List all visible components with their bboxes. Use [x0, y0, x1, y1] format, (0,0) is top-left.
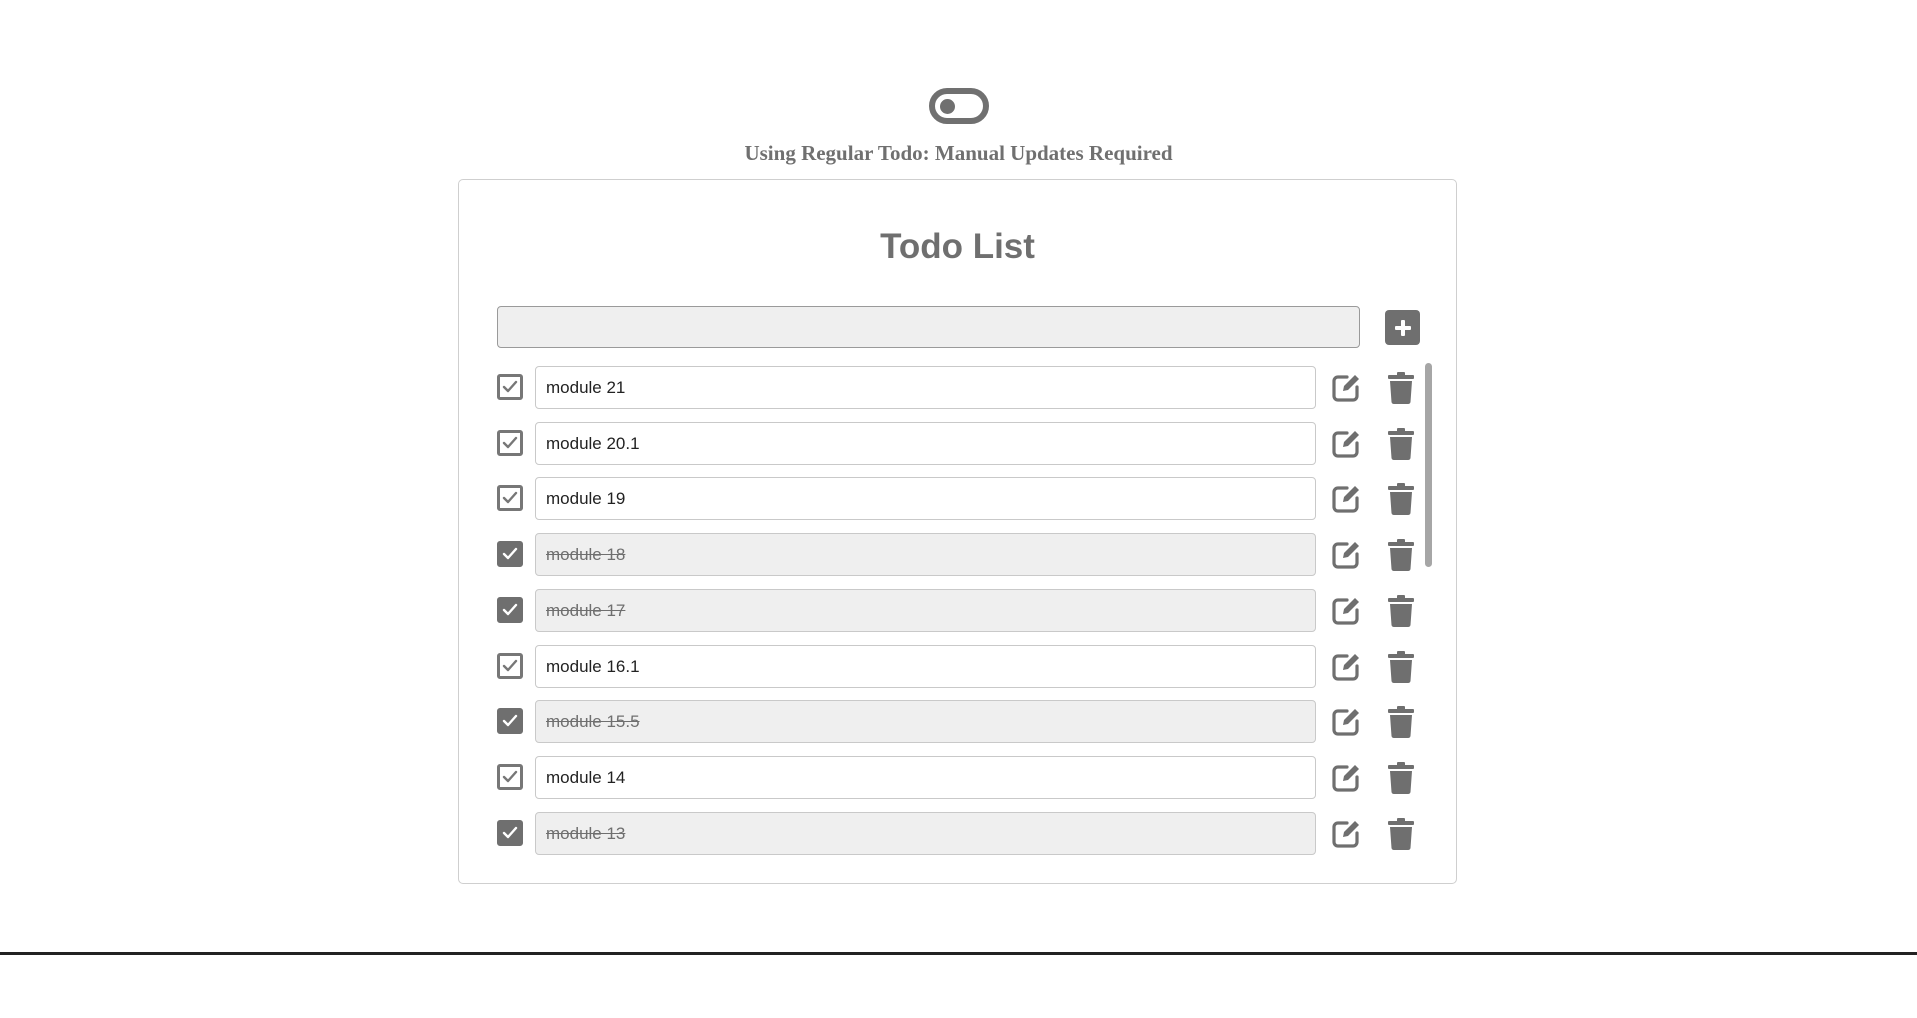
trash-icon	[1388, 651, 1414, 684]
todo-checkbox[interactable]	[497, 430, 523, 456]
edit-icon	[1332, 542, 1359, 569]
edit-icon	[1332, 654, 1359, 681]
todo-text-field[interactable]: module 15.5	[535, 700, 1316, 743]
edit-button[interactable]	[1330, 539, 1362, 571]
toggle-knob	[939, 99, 955, 114]
todo-row: module 20.1	[487, 422, 1444, 466]
todo-text-field[interactable]: module 17	[535, 589, 1316, 632]
edit-icon	[1332, 431, 1359, 458]
page-title: Todo List	[880, 227, 1035, 266]
todo-text-field[interactable]: module 13	[535, 812, 1316, 855]
todo-checkbox[interactable]	[497, 374, 523, 400]
todo-row: module 18	[487, 533, 1444, 577]
delete-button[interactable]	[1387, 538, 1415, 572]
add-todo-button[interactable]	[1385, 310, 1420, 345]
toggle-container	[0, 88, 1917, 124]
delete-button[interactable]	[1387, 761, 1415, 795]
todo-text-field[interactable]: module 21	[535, 366, 1316, 409]
trash-icon	[1388, 762, 1414, 795]
check-icon	[502, 770, 518, 783]
edit-icon	[1332, 709, 1359, 736]
edit-icon	[1332, 821, 1359, 848]
trash-icon	[1388, 595, 1414, 628]
trash-icon	[1388, 428, 1414, 461]
trash-icon	[1388, 818, 1414, 851]
delete-button[interactable]	[1387, 817, 1415, 851]
todo-row: module 15.5	[487, 700, 1444, 744]
mode-status-text: Using Regular Todo: Manual Updates Requi…	[744, 141, 1173, 165]
todo-checkbox[interactable]	[497, 541, 523, 567]
todo-checkbox[interactable]	[497, 820, 523, 846]
check-icon	[502, 826, 518, 839]
todo-row: module 16.1	[487, 645, 1444, 689]
todo-card: Todo List module 21 module 20.1 module 19 m…	[458, 179, 1457, 884]
todo-row: module 19	[487, 477, 1444, 521]
todo-row: module 14	[487, 756, 1444, 800]
trash-icon	[1388, 372, 1414, 405]
mode-toggle[interactable]	[928, 88, 989, 124]
edit-button[interactable]	[1330, 372, 1362, 404]
edit-button[interactable]	[1330, 651, 1362, 683]
trash-icon	[1388, 706, 1414, 739]
edit-button[interactable]	[1330, 483, 1362, 515]
check-icon	[502, 436, 518, 449]
delete-button[interactable]	[1387, 594, 1415, 628]
check-icon	[502, 659, 518, 672]
edit-button[interactable]	[1330, 428, 1362, 460]
scrollbar-thumb[interactable]	[1425, 363, 1432, 567]
trash-icon	[1388, 539, 1414, 572]
check-icon	[502, 714, 518, 727]
todo-row: module 17	[487, 589, 1444, 633]
edit-icon	[1332, 765, 1359, 792]
trash-icon	[1388, 483, 1414, 516]
delete-button[interactable]	[1387, 371, 1415, 405]
edit-button[interactable]	[1330, 706, 1362, 738]
todo-text-field[interactable]: module 18	[535, 533, 1316, 576]
todo-text-field[interactable]: module 20.1	[535, 422, 1316, 465]
check-icon	[502, 380, 518, 393]
todo-checkbox[interactable]	[497, 485, 523, 511]
plus-icon	[1394, 319, 1411, 336]
edit-icon	[1332, 375, 1359, 402]
todo-checkbox[interactable]	[497, 653, 523, 679]
delete-button[interactable]	[1387, 705, 1415, 739]
delete-button[interactable]	[1387, 427, 1415, 461]
edit-button[interactable]	[1330, 595, 1362, 627]
delete-button[interactable]	[1387, 650, 1415, 684]
todo-row: module 21	[487, 366, 1444, 410]
todo-text-field[interactable]: module 19	[535, 477, 1316, 520]
check-icon	[502, 603, 518, 616]
check-icon	[502, 547, 518, 560]
todo-checkbox[interactable]	[497, 764, 523, 790]
delete-button[interactable]	[1387, 482, 1415, 516]
new-todo-input[interactable]	[497, 306, 1360, 348]
todo-text-field[interactable]: module 16.1	[535, 645, 1316, 688]
todo-list[interactable]: module 21 module 20.1 module 19 module 18 mo…	[487, 360, 1444, 1018]
check-icon	[502, 491, 518, 504]
edit-icon	[1332, 598, 1359, 625]
edit-button[interactable]	[1330, 762, 1362, 794]
todo-checkbox[interactable]	[497, 597, 523, 623]
todo-checkbox[interactable]	[497, 708, 523, 734]
todo-row: module 13	[487, 812, 1444, 856]
edit-icon	[1332, 486, 1359, 513]
todo-text-field[interactable]: module 14	[535, 756, 1316, 799]
edit-button[interactable]	[1330, 818, 1362, 850]
